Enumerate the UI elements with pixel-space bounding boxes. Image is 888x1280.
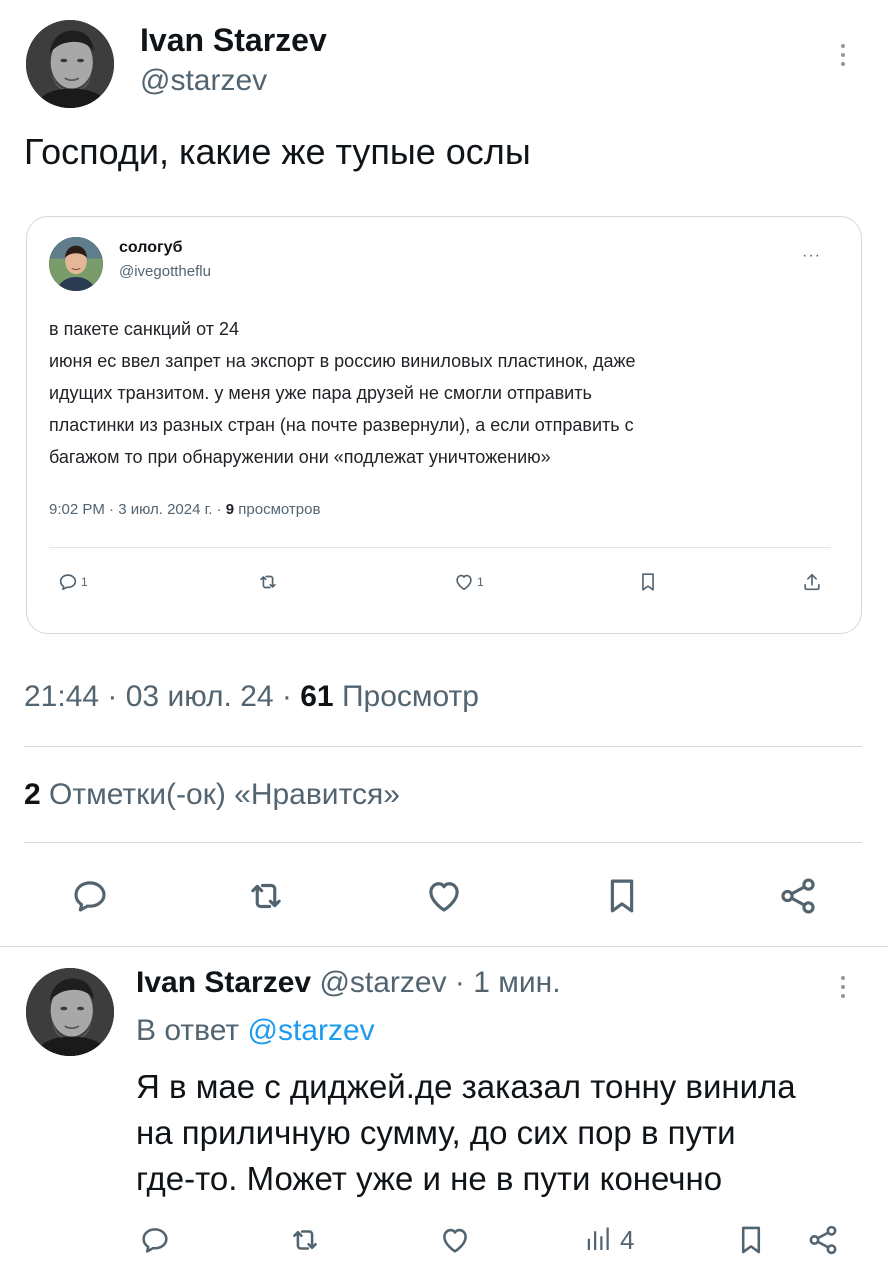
reply-author-avatar[interactable] xyxy=(26,968,114,1056)
like-button[interactable] xyxy=(418,870,470,922)
share-icon xyxy=(806,1223,840,1257)
quoted-retweet-button[interactable] xyxy=(257,567,279,597)
tweet-timestamp[interactable]: 21:44 · 03 июл. 24 · xyxy=(24,680,300,713)
reply-icon xyxy=(57,571,79,593)
reply-to-line: В ответ @starzev xyxy=(136,1014,375,1048)
reply-icon xyxy=(69,875,111,917)
heart-icon xyxy=(423,875,465,917)
share-icon xyxy=(777,875,819,917)
bookmark-icon xyxy=(734,1223,768,1257)
tweet-views-label: Просмотр xyxy=(333,680,479,713)
quoted-views-count: 9 xyxy=(225,501,235,518)
quoted-more-icon[interactable]: ··· xyxy=(802,247,821,265)
divider xyxy=(24,746,862,747)
quoted-text-line: идущих транзитом. у меня уже пара друзей… xyxy=(49,383,592,403)
divider xyxy=(0,946,888,947)
author-handle[interactable]: @starzev xyxy=(140,64,267,98)
tweet-views-count: 61 xyxy=(300,680,334,713)
quoted-author-handle[interactable]: @ivegottheflu xyxy=(119,263,211,280)
avatar-image xyxy=(26,20,114,108)
quoted-tweet-text: в пакете санкций от 24 июня ес ввел запр… xyxy=(49,313,829,473)
likes-label: Отметки(-ок) «Нравится» xyxy=(40,778,400,811)
tweet-action-bar xyxy=(0,870,888,926)
bookmark-button[interactable] xyxy=(596,870,648,922)
quoted-reply-button[interactable]: 1 xyxy=(57,567,88,597)
divider xyxy=(24,842,862,843)
reply-header: Ivan Starzev @starzev · 1 мин. xyxy=(136,966,561,1000)
more-vertical-icon[interactable] xyxy=(838,976,848,1003)
reply-time: · 1 мин. xyxy=(446,966,561,999)
quoted-reply-count: 1 xyxy=(81,575,88,589)
tweet-text: Господи, какие же тупые ослы xyxy=(24,131,531,172)
quoted-share-button[interactable] xyxy=(801,567,823,597)
more-vertical-icon[interactable] xyxy=(838,44,848,71)
reply-icon xyxy=(138,1223,172,1257)
quoted-text-line: багажом то при обнаружении они «подлежат… xyxy=(49,447,551,467)
quoted-bookmark-button[interactable] xyxy=(637,567,659,597)
retweet-button[interactable] xyxy=(240,870,292,922)
quoted-text-line: июня ес ввел запрет на экспорт в россию … xyxy=(49,351,636,371)
reply-reply-button[interactable] xyxy=(138,1218,172,1262)
quoted-views-label: просмотров xyxy=(234,501,321,518)
quoted-meta: 9:02 PM · 3 июл. 2024 г. · 9 просмотров xyxy=(49,501,320,518)
quoted-text-line: в пакете санкций от 24 xyxy=(49,319,239,339)
reply-retweet-button[interactable] xyxy=(288,1218,322,1262)
quoted-like-count: 1 xyxy=(477,575,484,589)
tweet-meta: 21:44 · 03 июл. 24 · 61 Просмотр xyxy=(24,680,479,714)
reply-to-handle[interactable]: @starzev xyxy=(247,1014,374,1047)
quoted-like-button[interactable]: 1 xyxy=(453,567,484,597)
quoted-divider xyxy=(49,547,831,548)
reply-views-count: 4 xyxy=(620,1224,635,1255)
author-name[interactable]: Ivan Starzev xyxy=(140,22,327,59)
bookmark-icon xyxy=(601,875,643,917)
quoted-timestamp: 9:02 PM · 3 июл. 2024 г. · xyxy=(49,501,226,518)
quoted-avatar-image xyxy=(49,237,103,291)
reply-like-button[interactable] xyxy=(438,1218,472,1262)
retweet-icon xyxy=(288,1223,322,1257)
upload-icon xyxy=(801,571,823,593)
likes-summary[interactable]: 2 Отметки(-ок) «Нравится» xyxy=(24,778,400,812)
reply-to-label: В ответ xyxy=(136,1014,248,1047)
heart-icon xyxy=(438,1223,472,1257)
views-icon xyxy=(584,1225,614,1255)
quoted-author-name[interactable]: сологуб xyxy=(119,239,182,257)
reply-text-line: где-то. Может уже и не в пути конечно xyxy=(136,1160,723,1197)
reply-text-line: на приличную сумму, до сих пор в пути xyxy=(136,1114,736,1151)
reply-action-bar: 4 xyxy=(0,1218,888,1262)
reply-share-button[interactable] xyxy=(806,1218,840,1262)
retweet-icon xyxy=(245,875,287,917)
reply-bookmark-button[interactable] xyxy=(734,1218,768,1262)
reply-button[interactable] xyxy=(64,870,116,922)
bookmark-icon xyxy=(637,571,659,593)
reply-author-name[interactable]: Ivan Starzev xyxy=(136,966,311,999)
quoted-tweet-card[interactable]: сологуб @ivegottheflu ··· в пакете санкц… xyxy=(26,216,862,634)
quoted-author-avatar[interactable] xyxy=(49,237,103,291)
quoted-action-bar: 1 1 xyxy=(49,567,831,597)
heart-icon xyxy=(453,571,475,593)
reply-text-line: Я в мае с диджей.де заказал тонну винила xyxy=(136,1068,796,1105)
likes-count: 2 xyxy=(24,778,41,811)
avatar-image xyxy=(26,968,114,1056)
share-button[interactable] xyxy=(772,870,824,922)
reply-views-button[interactable]: 4 xyxy=(584,1218,634,1262)
reply-author-handle[interactable]: @starzev xyxy=(319,966,446,999)
quoted-text-line: пластинки из разных стран (на почте разв… xyxy=(49,415,634,435)
reply-text: Я в мае с диджей.де заказал тонну винила… xyxy=(136,1064,856,1202)
author-avatar[interactable] xyxy=(26,20,114,108)
retweet-icon xyxy=(257,571,279,593)
